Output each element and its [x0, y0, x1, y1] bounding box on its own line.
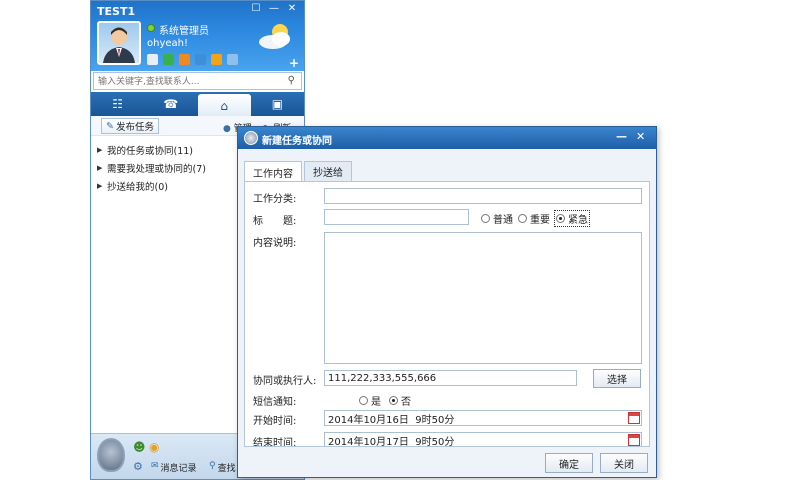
assignee-input[interactable] [324, 370, 577, 386]
find-button[interactable]: ⚲ 查找 [209, 461, 236, 474]
avatar[interactable] [97, 21, 141, 65]
close-icon[interactable]: ✕ [636, 130, 645, 143]
add-icon[interactable]: + [289, 56, 299, 70]
user-name: 系统管理员 [159, 26, 209, 37]
priority-urgent-label: 紧急 [568, 215, 588, 226]
window-title: TEST1 [97, 5, 136, 18]
search-input[interactable] [98, 75, 278, 88]
tab-phone[interactable]: ☎ [144, 92, 197, 116]
assignee-label: 协同或执行人: [253, 376, 317, 387]
start-time-input[interactable] [324, 410, 642, 426]
dialog-title-bar[interactable]: 新建任务或协同 — ✕ [238, 127, 656, 149]
priority-normal-label: 普通 [493, 215, 513, 226]
message-record-icon: ✉ [151, 461, 159, 471]
content-label: 内容说明: [253, 238, 297, 249]
title-label: 标 题: [253, 216, 297, 227]
expand-arrow-icon[interactable]: ▶ [97, 182, 107, 190]
contact-search-bar: ⚲ [93, 72, 302, 90]
file-transfer-icon[interactable] [227, 54, 238, 65]
phone-icon[interactable] [163, 54, 174, 65]
title-input[interactable] [324, 209, 469, 225]
new-task-dialog: 新建任务或协同 — ✕ 工作内容 抄送给 工作分类: 标 题: 普通 重要 紧急… [237, 126, 657, 478]
work-content-panel: 工作分类: 标 题: 普通 重要 紧急 内容说明: 协同或执行人: 选择 短信通… [244, 181, 650, 447]
manage-icon: ● [223, 124, 231, 134]
mail-icon[interactable] [147, 54, 158, 65]
publish-icon: ✎ [106, 120, 114, 132]
sms-yes-label: 是 [371, 397, 381, 408]
contacts-card-icon[interactable] [179, 54, 190, 65]
profile-header: TEST1 ☐ — ✕ 系统管理员 ohyeah! + [91, 1, 304, 71]
user-signature[interactable]: ohyeah! [147, 38, 188, 49]
find-icon: ⚲ [209, 461, 216, 471]
category-label: 工作分类: [253, 194, 297, 205]
end-time-input[interactable] [324, 432, 642, 446]
find-label: 查找 [217, 464, 236, 474]
priority-urgent-radio[interactable]: 紧急 [554, 210, 590, 227]
tab-contacts[interactable]: ▣ [251, 92, 304, 116]
user-avatar-icon [103, 27, 135, 63]
radio-icon [481, 214, 490, 223]
tab-work-content[interactable]: 工作内容 [244, 161, 302, 182]
dialog-tab-bar: 工作内容 抄送给 [244, 161, 354, 182]
gear-icon[interactable]: ⚙ [133, 460, 143, 473]
main-tab-bar: ☷ ☎ ⌂ ▣ [91, 92, 304, 118]
sms-notify-label: 短信通知: [253, 397, 297, 408]
sms-no-label: 否 [401, 397, 411, 408]
publish-task-button[interactable]: ✎ 发布任务 [101, 118, 159, 134]
content-textarea[interactable] [324, 232, 642, 364]
radio-icon [359, 396, 368, 405]
priority-important-radio[interactable]: 重要 [518, 211, 550, 226]
sms-no-radio[interactable]: 否 [389, 393, 411, 408]
message-record-label: 消息记录 [160, 464, 197, 474]
tree-item-label: 抄送给我的(0) [107, 182, 168, 193]
weather-icon[interactable] [256, 21, 294, 51]
sms-icon[interactable] [195, 54, 206, 65]
select-assignee-button[interactable]: 选择 [593, 369, 641, 388]
dialog-logo-icon [244, 131, 258, 145]
expand-arrow-icon[interactable]: ▶ [97, 164, 107, 172]
close-button[interactable]: ✕ [286, 3, 298, 14]
calendar-icon[interactable] [628, 412, 640, 424]
app-center-icon[interactable]: ◉ [149, 440, 159, 454]
online-status-icon[interactable] [147, 24, 155, 32]
tab-home[interactable]: ⌂ [197, 94, 251, 118]
tree-item-label: 我的任务或协同(11) [107, 146, 194, 157]
minimize-button[interactable]: — [268, 3, 280, 14]
priority-important-label: 重要 [530, 215, 550, 226]
main-menu-logo-icon[interactable] [97, 438, 125, 472]
publish-task-label: 发布任务 [115, 122, 154, 133]
contacts-manager-icon[interactable]: ☻ [133, 440, 146, 454]
calendar-icon[interactable] [628, 434, 640, 446]
notice-icon[interactable] [211, 54, 222, 65]
radio-selected-icon [556, 214, 565, 223]
end-time-label: 结束时间: [253, 438, 297, 447]
priority-normal-radio[interactable]: 普通 [481, 211, 513, 226]
start-time-label: 开始时间: [253, 416, 297, 427]
category-input[interactable] [324, 188, 642, 204]
expand-arrow-icon[interactable]: ▶ [97, 146, 107, 154]
skin-button[interactable]: ☐ [250, 3, 262, 14]
message-record-button[interactable]: ✉ 消息记录 [151, 461, 197, 474]
close-button[interactable]: 关闭 [600, 453, 648, 473]
dialog-title: 新建任务或协同 [262, 136, 332, 147]
tree-item-label: 需要我处理或协同的(7) [107, 164, 206, 175]
tab-organization[interactable]: ☷ [91, 92, 144, 116]
search-icon[interactable]: ⚲ [288, 75, 295, 86]
tab-cc[interactable]: 抄送给 [304, 161, 352, 181]
radio-selected-icon [389, 396, 398, 405]
minimize-button[interactable]: — [616, 130, 627, 143]
ok-button[interactable]: 确定 [545, 453, 593, 473]
app-icon-bar [147, 54, 238, 65]
sms-yes-radio[interactable]: 是 [359, 393, 381, 408]
radio-icon [518, 214, 527, 223]
dialog-footer: 确定 关闭 [238, 449, 656, 477]
